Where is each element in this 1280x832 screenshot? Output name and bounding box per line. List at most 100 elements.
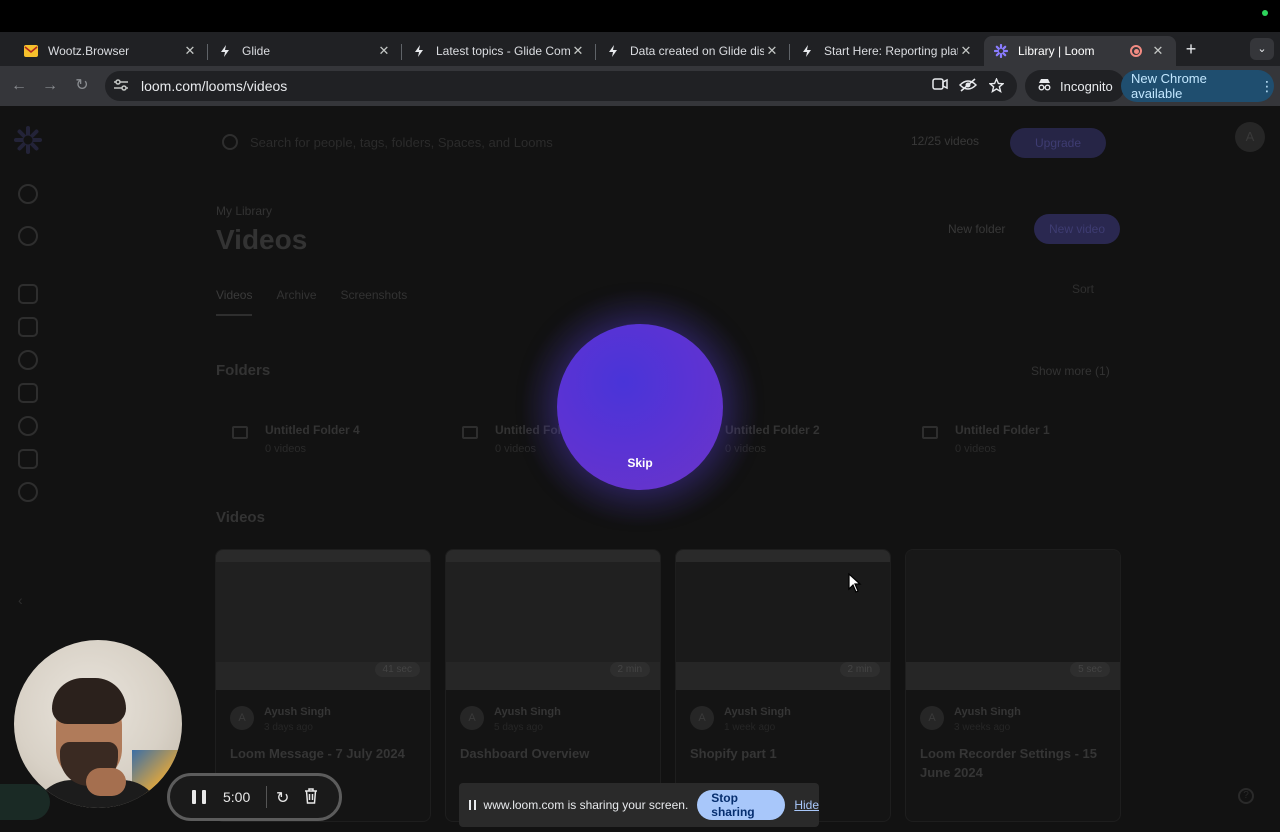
stop-sharing-button[interactable]: Stop sharing bbox=[697, 790, 786, 820]
duration-badge: 5 sec bbox=[1070, 662, 1110, 677]
loom-logo-icon[interactable] bbox=[14, 126, 42, 154]
video-title[interactable]: Loom Recorder Settings - 15 June 2024 bbox=[920, 744, 1110, 782]
browser-tab-glide[interactable]: Glide ✕ bbox=[208, 36, 402, 66]
avatar: A bbox=[690, 706, 714, 730]
pause-icon bbox=[469, 800, 476, 810]
video-owner: Ayush Singh bbox=[264, 706, 331, 718]
recorder-controls: 5:00 ↻ bbox=[167, 773, 342, 821]
folder-icon bbox=[922, 426, 938, 439]
breadcrumb[interactable]: My Library bbox=[216, 204, 272, 218]
video-camera-icon[interactable] bbox=[931, 78, 949, 94]
help-icon[interactable]: ? bbox=[1238, 788, 1254, 804]
close-icon[interactable]: ✕ bbox=[570, 43, 586, 59]
video-title[interactable]: Dashboard Overview bbox=[460, 744, 650, 763]
browser-tab-glide-data[interactable]: Data created on Glide disa ✕ bbox=[596, 36, 790, 66]
tab-archive[interactable]: Archive bbox=[276, 288, 316, 316]
video-age: 3 weeks ago bbox=[954, 722, 1011, 733]
url-text: loom.com/looms/videos bbox=[141, 78, 288, 94]
browser-tab-start-here[interactable]: Start Here: Reporting platfo ✕ bbox=[790, 36, 984, 66]
search-icon bbox=[222, 134, 238, 150]
tab-videos[interactable]: Videos bbox=[216, 288, 253, 316]
glide-icon bbox=[412, 44, 426, 58]
countdown-timer: 5:00 bbox=[223, 789, 251, 805]
upgrade-button[interactable]: Upgrade bbox=[1010, 128, 1106, 158]
tab-screenshots[interactable]: Screenshots bbox=[341, 288, 408, 316]
back-button[interactable]: ← bbox=[9, 76, 29, 96]
screen-sharing-bar: www.loom.com is sharing your screen. Sto… bbox=[459, 783, 819, 827]
show-more-button[interactable]: Show more (1) bbox=[1031, 364, 1110, 378]
library-tabs: Videos Archive Screenshots bbox=[216, 288, 407, 316]
folders-heading: Folders bbox=[216, 362, 271, 379]
page-title: Videos bbox=[216, 224, 308, 255]
camera-bubble[interactable] bbox=[14, 640, 182, 808]
search-placeholder: Search for people, tags, folders, Spaces… bbox=[250, 135, 553, 150]
bell-icon[interactable] bbox=[18, 350, 38, 370]
video-card[interactable]: 5 sec A Ayush Singh 3 weeks ago Loom Rec… bbox=[905, 549, 1121, 822]
video-owner: Ayush Singh bbox=[494, 706, 561, 718]
close-icon[interactable]: ✕ bbox=[958, 43, 974, 59]
video-card[interactable]: 2 min A Ayush Singh 5 days ago Dashboard… bbox=[445, 549, 661, 822]
gear-icon[interactable] bbox=[18, 482, 38, 502]
folder-card[interactable]: Untitled Folder 4 0 videos bbox=[216, 418, 436, 462]
close-icon[interactable]: ✕ bbox=[182, 43, 198, 59]
trash-icon[interactable] bbox=[304, 788, 318, 804]
folder-card[interactable]: Untitled Folder 1 0 videos bbox=[906, 418, 1126, 462]
people-icon[interactable] bbox=[18, 226, 38, 246]
browser-tab-wootz[interactable]: Wootz.Browser ✕ bbox=[14, 36, 208, 66]
address-bar[interactable]: loom.com/looms/videos bbox=[105, 71, 1017, 101]
close-icon[interactable]: ✕ bbox=[376, 43, 392, 59]
incognito-indicator[interactable]: Incognito bbox=[1025, 70, 1125, 102]
video-age: 1 week ago bbox=[724, 722, 776, 733]
sort-button[interactable]: Sort bbox=[1072, 282, 1094, 296]
browser-tab-loom-library[interactable]: Library | Loom ✕ bbox=[984, 36, 1176, 66]
gift-icon[interactable] bbox=[18, 449, 38, 469]
video-title[interactable]: Loom Message - 7 July 2024 bbox=[230, 744, 420, 763]
sharing-message: www.loom.com is sharing your screen. bbox=[483, 798, 689, 812]
restart-icon[interactable]: ↻ bbox=[276, 788, 289, 808]
bookmark-star-icon[interactable] bbox=[987, 77, 1005, 94]
browser-tab-glide-community[interactable]: Latest topics - Glide Comm ✕ bbox=[402, 36, 596, 66]
reload-button[interactable]: ↻ bbox=[72, 76, 92, 96]
clock-icon[interactable] bbox=[18, 416, 38, 436]
kebab-menu-icon[interactable]: ⋮ bbox=[1260, 78, 1274, 95]
bookmark-icon[interactable] bbox=[18, 383, 38, 403]
browser-tab-strip: Wootz.Browser ✕ Glide ✕ Latest topics - … bbox=[0, 32, 1280, 66]
folder-icon bbox=[462, 426, 478, 439]
pause-button[interactable] bbox=[192, 790, 206, 804]
chevron-left-icon[interactable]: ‹ bbox=[18, 592, 38, 612]
new-video-button[interactable]: New video bbox=[1034, 214, 1120, 244]
duration-badge: 2 min bbox=[839, 662, 880, 677]
eye-slash-icon[interactable] bbox=[958, 78, 978, 94]
duration-badge: 2 min bbox=[609, 662, 650, 677]
glide-icon bbox=[800, 44, 814, 58]
avatar[interactable]: A bbox=[1235, 122, 1265, 152]
home-icon[interactable] bbox=[18, 284, 38, 304]
macos-menu-bar bbox=[0, 0, 1280, 32]
avatar: A bbox=[460, 706, 484, 730]
skip-countdown-button[interactable]: Skip bbox=[557, 456, 723, 470]
avatar: A bbox=[230, 706, 254, 730]
glide-icon bbox=[218, 44, 232, 58]
close-icon[interactable]: ✕ bbox=[764, 43, 780, 59]
video-title[interactable]: Shopify part 1 bbox=[690, 744, 880, 763]
gmail-icon bbox=[24, 44, 38, 58]
loom-search[interactable]: Search for people, tags, folders, Spaces… bbox=[222, 134, 553, 152]
new-chrome-available-button[interactable]: New Chrome available ⋮ bbox=[1121, 70, 1274, 102]
video-owner: Ayush Singh bbox=[954, 706, 1021, 718]
video-age: 5 days ago bbox=[494, 722, 543, 733]
tab-search-button[interactable]: ⌄ bbox=[1250, 38, 1274, 60]
forward-button[interactable]: → bbox=[40, 76, 60, 96]
avatar: A bbox=[920, 706, 944, 730]
folder-icon bbox=[232, 426, 248, 439]
video-age: 3 days ago bbox=[264, 722, 313, 733]
library-icon[interactable] bbox=[18, 317, 38, 337]
loom-icon bbox=[994, 44, 1008, 58]
video-count: 12/25 videos bbox=[911, 134, 980, 148]
mouse-cursor-icon bbox=[848, 572, 862, 593]
site-info-icon[interactable] bbox=[114, 78, 130, 94]
sidebar-collapse-icon[interactable] bbox=[18, 184, 38, 204]
new-tab-button[interactable]: + bbox=[1180, 38, 1202, 60]
close-icon[interactable]: ✕ bbox=[1150, 43, 1166, 59]
new-folder-button[interactable]: New folder bbox=[948, 222, 1005, 236]
hide-sharing-bar-link[interactable]: Hide bbox=[794, 798, 819, 812]
